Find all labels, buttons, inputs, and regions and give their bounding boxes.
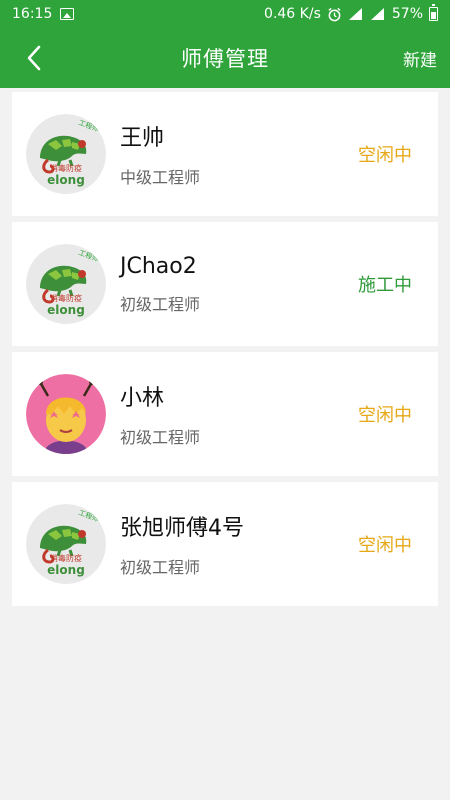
cartoon-girl-avatar-icon: [26, 374, 106, 454]
battery-percent: 57%: [391, 6, 423, 22]
status-badge: 空闲中: [358, 145, 412, 166]
list-item[interactable]: 消毒防疫 elong 工程师 张旭师傅4号 初级工程师 空闲中: [12, 482, 438, 606]
engineer-level: 初级工程师: [120, 428, 201, 447]
app-bar: 师傅管理 新建: [0, 28, 450, 88]
clock: 16:15: [12, 6, 53, 22]
avatar: 消毒防疫 elong 工程师: [26, 244, 106, 324]
new-button[interactable]: 新建: [403, 46, 437, 71]
status-bar: 16:15 0.46 K/s 57%: [0, 0, 450, 28]
avatar: 消毒防疫 elong 工程师: [26, 504, 106, 584]
cell-signal-icon: [370, 8, 384, 20]
avatar: [26, 374, 106, 454]
elong-logo-icon: 消毒防疫 elong 工程师: [26, 114, 106, 194]
avatar: 消毒防疫 elong 工程师: [26, 114, 106, 194]
list-item[interactable]: 消毒防疫 elong 工程师 王帅 中级工程师 空闲中: [12, 92, 438, 216]
image-notification-icon: [60, 8, 75, 20]
status-badge: 施工中: [358, 275, 412, 296]
engineer-level: 中级工程师: [120, 168, 201, 187]
network-speed: 0.46 K/s: [264, 6, 321, 22]
status-badge: 空闲中: [358, 535, 412, 556]
battery-icon: [429, 4, 438, 21]
svg-text:elong: elong: [47, 303, 85, 317]
engineer-level: 初级工程师: [120, 558, 201, 577]
alarm-icon: [328, 7, 341, 21]
status-badge: 空闲中: [358, 405, 412, 426]
list-item[interactable]: 消毒防疫 elong 工程师 JChao2 初级工程师 施工中: [12, 222, 438, 346]
svg-text:elong: elong: [47, 563, 85, 577]
back-button[interactable]: [14, 28, 54, 88]
svg-text:消毒防疫: 消毒防疫: [50, 163, 82, 173]
svg-text:elong: elong: [47, 173, 85, 187]
page-title: 师傅管理: [181, 47, 269, 71]
elong-logo-icon: 消毒防疫 elong 工程师: [26, 504, 106, 584]
chevron-left-icon: [27, 45, 41, 71]
cell-signal-4g-icon: [348, 8, 362, 20]
engineer-list: 消毒防疫 elong 工程师 王帅 中级工程师 空闲中 消毒防疫 elong 工…: [0, 92, 450, 606]
list-item[interactable]: 小林 初级工程师 空闲中: [12, 352, 438, 476]
svg-text:消毒防疫: 消毒防疫: [50, 553, 82, 563]
elong-logo-icon: 消毒防疫 elong 工程师: [26, 244, 106, 324]
svg-text:消毒防疫: 消毒防疫: [50, 293, 82, 303]
